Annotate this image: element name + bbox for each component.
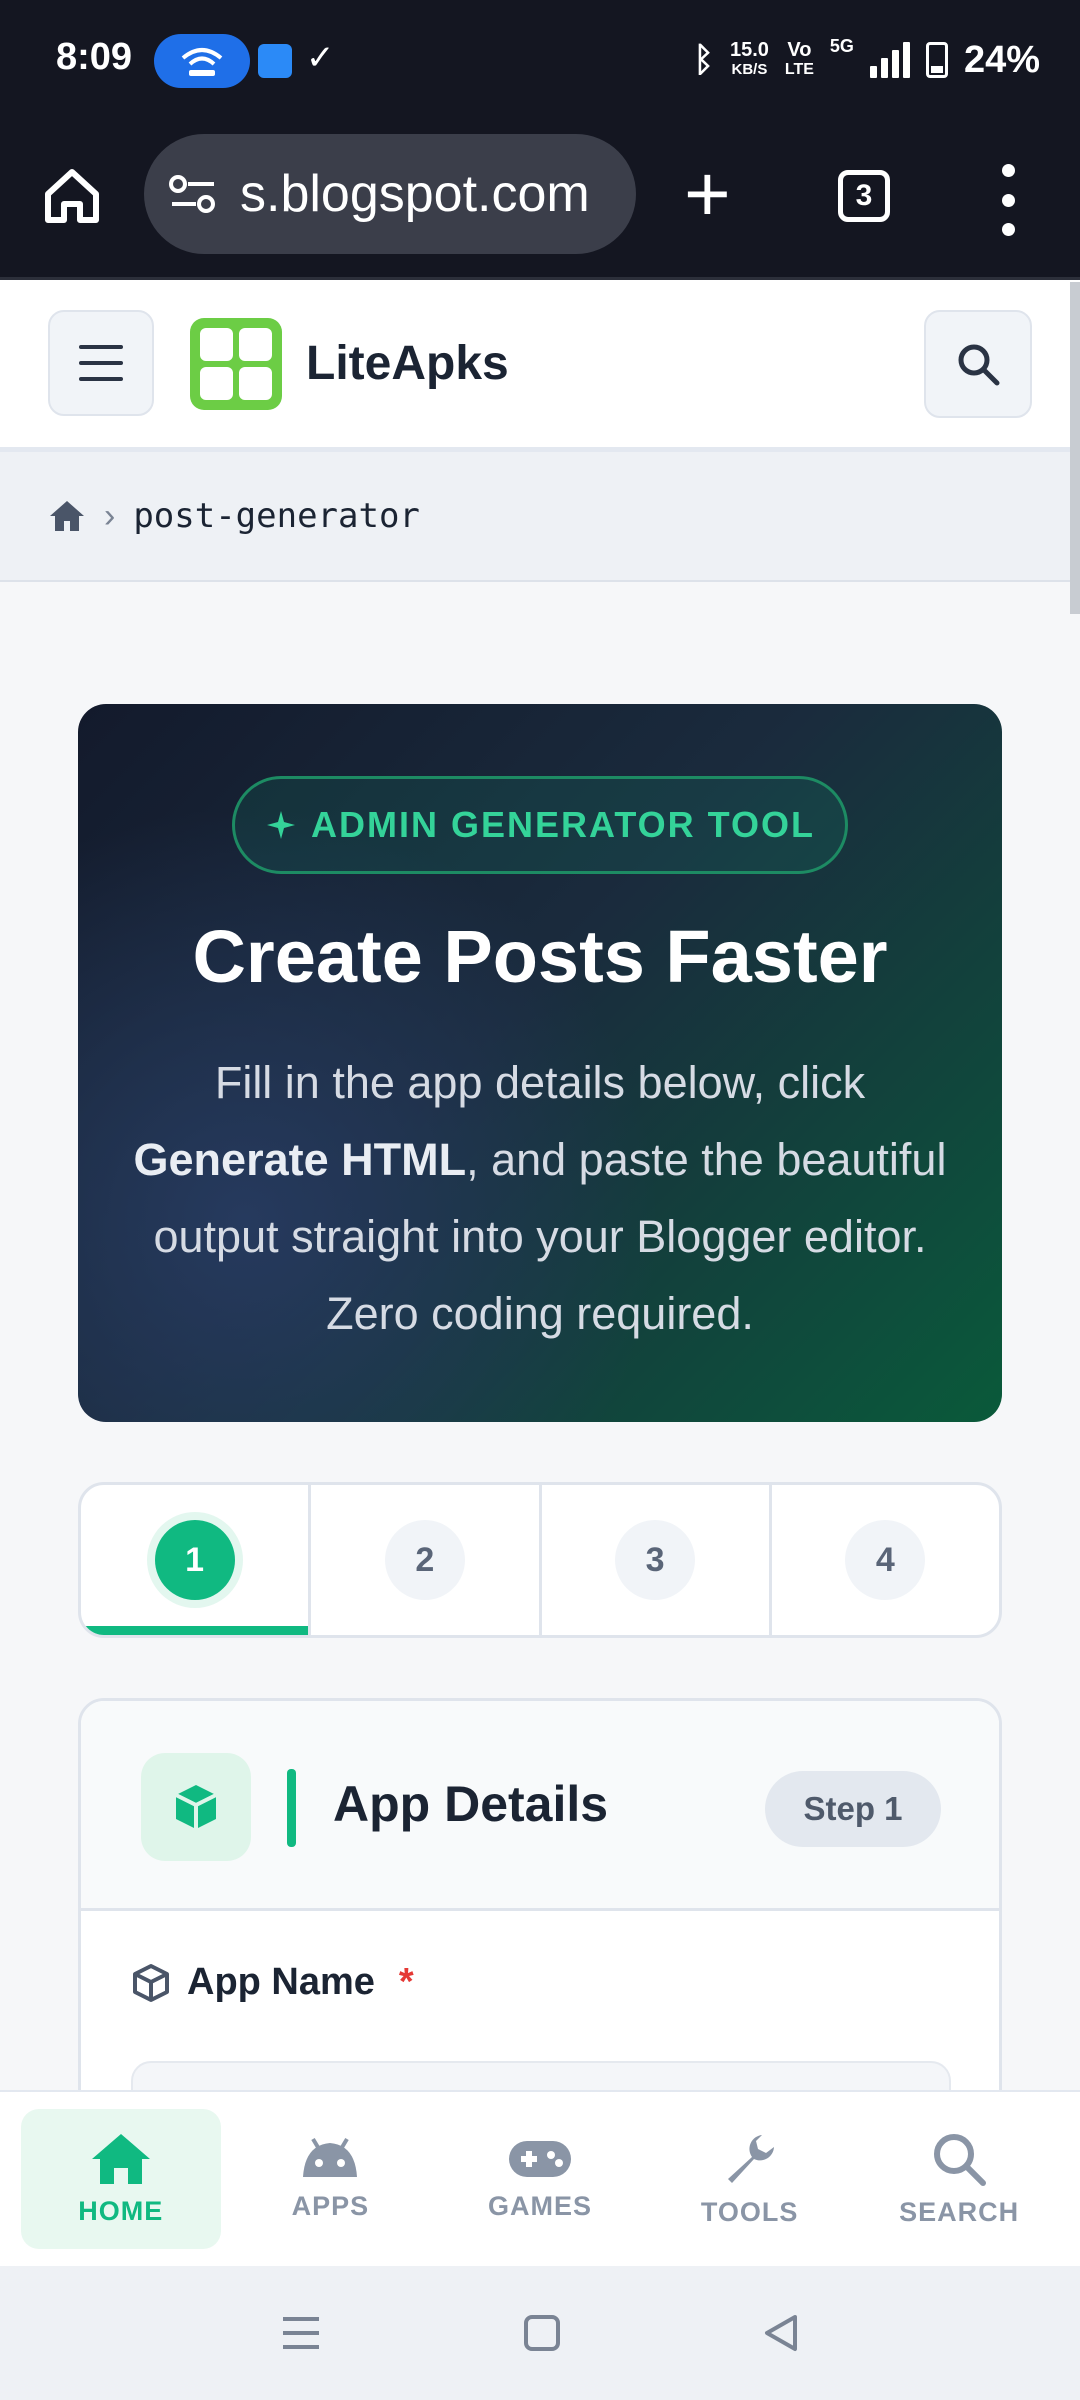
android-icon bbox=[303, 2137, 358, 2177]
accent-bar bbox=[287, 1769, 296, 1847]
card-title: App Details bbox=[333, 1776, 609, 1832]
wrench-icon bbox=[727, 2134, 774, 2183]
breadcrumb-current: post-generator bbox=[133, 496, 420, 536]
site-logo[interactable] bbox=[190, 318, 282, 410]
required-mark: * bbox=[398, 1961, 414, 2003]
nav-apps[interactable]: APPS bbox=[230, 2109, 430, 2249]
site-brand[interactable]: LiteApks bbox=[306, 336, 509, 391]
bluetooth-icon: ᛒ bbox=[693, 40, 714, 79]
wifi-hotspot-icon bbox=[181, 48, 223, 76]
status-bar: 8:09 ✓ ᛒ 15.0 KB/S Vo LTE 5G 24% bbox=[0, 0, 1080, 124]
check-icon: ✓ bbox=[306, 39, 335, 77]
app-details-card: App Details Step 1 App Name * bbox=[78, 1698, 1002, 2118]
nav-games[interactable]: GAMES bbox=[440, 2109, 640, 2249]
address-bar[interactable]: s.blogspot.com bbox=[144, 134, 636, 254]
android-notification-icon bbox=[258, 44, 292, 78]
home-icon[interactable] bbox=[48, 499, 86, 533]
nav-tools[interactable]: TOOLS bbox=[650, 2109, 850, 2249]
site-settings-icon[interactable] bbox=[168, 172, 218, 216]
url-text[interactable]: s.blogspot.com bbox=[240, 164, 590, 224]
browser-toolbar: s.blogspot.com + 3 bbox=[0, 124, 1080, 280]
battery-icon bbox=[925, 42, 948, 78]
breadcrumb: › post-generator bbox=[0, 452, 1080, 582]
hero-description: Fill in the app details below, click Gen… bbox=[133, 1057, 947, 1339]
nav-home[interactable]: HOME bbox=[20, 2109, 221, 2249]
home-outline-icon bbox=[45, 169, 99, 223]
gamepad-icon bbox=[508, 2140, 571, 2177]
search-icon bbox=[958, 344, 1000, 386]
hero-description-bold: Generate HTML bbox=[133, 1134, 467, 1185]
network-type: 5G bbox=[829, 36, 854, 56]
bottom-navigation: HOME APPS GAMES TOOLS SEARCH bbox=[0, 2090, 1080, 2266]
recents-icon[interactable] bbox=[279, 2313, 323, 2353]
hero-title: Create Posts Faster bbox=[192, 915, 888, 998]
step-tab-2[interactable]: 2 bbox=[311, 1485, 542, 1635]
card-header: App Details Step 1 bbox=[81, 1701, 999, 1911]
browser-menu-button[interactable] bbox=[996, 164, 1020, 236]
hero-badge: ADMIN GENERATOR TOOL bbox=[232, 776, 848, 874]
hero-badge-text: ADMIN GENERATOR TOOL bbox=[310, 804, 815, 845]
hotspot-indicator bbox=[154, 34, 250, 88]
net-speed: 15.0 KB/S bbox=[729, 39, 769, 78]
sparkle-icon bbox=[266, 811, 295, 839]
volte-badge: Vo LTE bbox=[784, 39, 814, 78]
step-tab-3[interactable]: 3 bbox=[542, 1485, 772, 1635]
box-icon bbox=[133, 1963, 169, 2002]
search-icon bbox=[934, 2133, 987, 2186]
home-icon bbox=[91, 2133, 150, 2184]
header-search-button[interactable] bbox=[924, 310, 1032, 418]
system-navigation bbox=[0, 2266, 1080, 2400]
status-time: 8:09 bbox=[56, 36, 133, 78]
nav-search[interactable]: SEARCH bbox=[859, 2109, 1059, 2249]
step-progress: 1 2 3 4 bbox=[78, 1482, 1002, 1638]
step-tab-1[interactable]: 1 bbox=[81, 1485, 312, 1635]
back-icon[interactable] bbox=[761, 2313, 801, 2353]
breadcrumb-separator-icon: › bbox=[104, 496, 116, 535]
step-badge: Step 1 bbox=[765, 1771, 941, 1847]
app-name-label: App Name * bbox=[131, 1961, 414, 2004]
step-tab-4[interactable]: 4 bbox=[772, 1485, 999, 1635]
home-square-icon[interactable] bbox=[522, 2313, 562, 2353]
site-header: LiteApks bbox=[0, 280, 1080, 452]
battery-level: 24% bbox=[963, 38, 1040, 81]
signal-icon bbox=[869, 42, 910, 78]
page-scrollbar[interactable] bbox=[1070, 282, 1080, 614]
cube-icon bbox=[141, 1753, 251, 1861]
tab-switcher-button[interactable]: 3 bbox=[838, 170, 890, 222]
new-tab-button[interactable]: + bbox=[684, 154, 731, 234]
menu-toggle-button[interactable] bbox=[48, 310, 154, 416]
hero-banner: ADMIN GENERATOR TOOL Create Posts Faster… bbox=[78, 704, 1002, 1422]
browser-home-button[interactable] bbox=[40, 164, 104, 228]
status-right: ᛒ 15.0 KB/S Vo LTE 5G 24% bbox=[694, 30, 1040, 90]
